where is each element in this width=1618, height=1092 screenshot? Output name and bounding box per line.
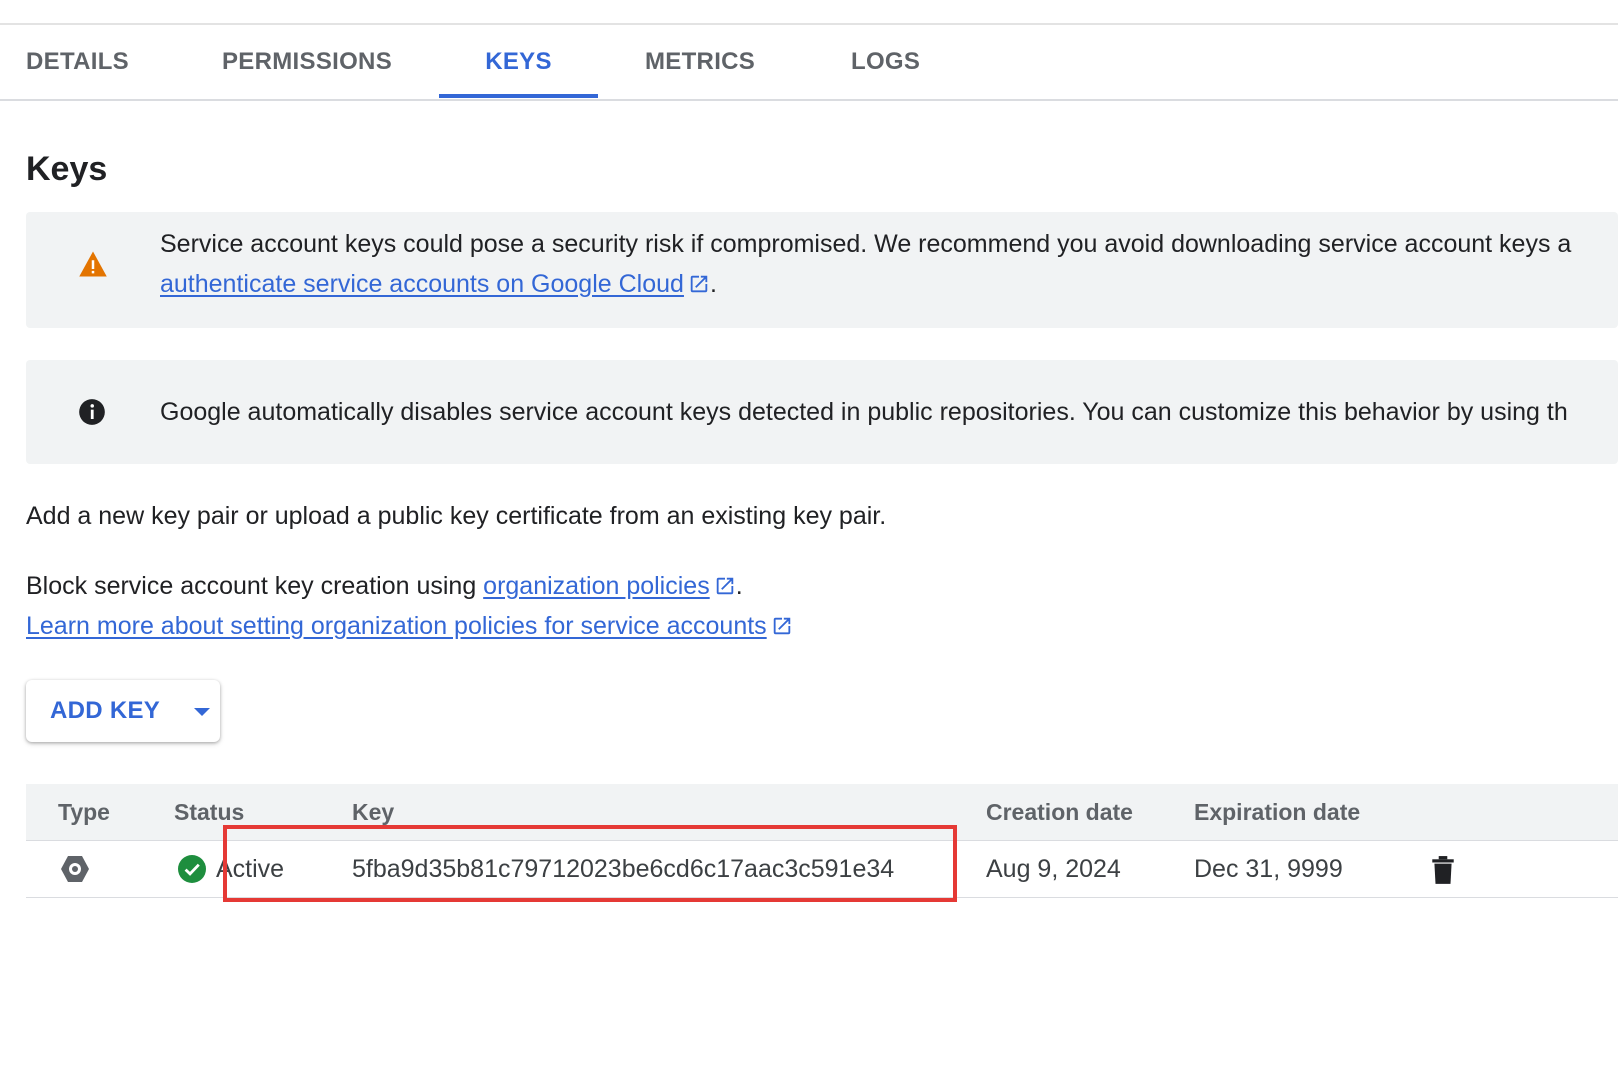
creation-date: Aug 9, 2024 bbox=[986, 855, 1121, 883]
tab-bar: DETAILS PERMISSIONS KEYS METRICS LOGS bbox=[0, 25, 1618, 101]
info-icon bbox=[78, 398, 106, 431]
policy-line: Block service account key creation using… bbox=[26, 566, 743, 606]
active-tab-indicator bbox=[439, 94, 598, 98]
policy-prefix: Block service account key creation using bbox=[26, 572, 484, 600]
warning-text: Service account keys could pose a securi… bbox=[160, 230, 1572, 258]
external-link-icon bbox=[690, 275, 708, 293]
authenticate-service-accounts-link[interactable]: authenticate service accounts on Google … bbox=[160, 270, 684, 298]
tab-logs[interactable]: LOGS bbox=[851, 25, 920, 97]
organization-policies-link[interactable]: organization policies bbox=[483, 572, 710, 600]
learn-more-link[interactable]: Learn more about setting organization po… bbox=[26, 612, 767, 640]
intro-text: Add a new key pair or upload a public ke… bbox=[26, 502, 887, 530]
status-text: Active bbox=[216, 855, 285, 883]
learn-more-line: Learn more about setting organization po… bbox=[26, 606, 793, 646]
column-header-expiration-date[interactable]: Expiration date bbox=[1194, 784, 1360, 840]
add-key-label: ADD KEY bbox=[50, 697, 161, 724]
page-title: Keys bbox=[26, 150, 108, 188]
table-row: Active 5fba9d35b81c79712023be6cd6c17aac3… bbox=[26, 841, 1618, 898]
warning-period: . bbox=[709, 270, 717, 298]
service-account-key-icon bbox=[60, 855, 90, 888]
key-id: 5fba9d35b81c79712023be6cd6c17aac3c591e34 bbox=[352, 855, 895, 883]
info-banner: Google automatically disables service ac… bbox=[26, 360, 1618, 464]
tab-permissions[interactable]: PERMISSIONS bbox=[222, 25, 392, 97]
warning-icon bbox=[78, 250, 108, 283]
chevron-down-icon bbox=[194, 708, 210, 716]
tab-keys[interactable]: KEYS bbox=[439, 25, 598, 97]
check-circle-icon bbox=[178, 855, 206, 888]
column-header-type[interactable]: Type bbox=[58, 784, 110, 840]
warning-link-line: authenticate service accounts on Google … bbox=[160, 264, 717, 304]
column-header-key[interactable]: Key bbox=[352, 784, 394, 840]
policy-suffix: . bbox=[735, 572, 743, 600]
tab-details[interactable]: DETAILS bbox=[26, 25, 129, 97]
info-text: Google automatically disables service ac… bbox=[160, 398, 1568, 426]
external-link-icon bbox=[716, 577, 733, 595]
column-header-status[interactable]: Status bbox=[174, 784, 244, 840]
security-warning-banner: Service account keys could pose a securi… bbox=[26, 212, 1618, 328]
tab-metrics[interactable]: METRICS bbox=[645, 25, 755, 97]
expiration-date: Dec 31, 9999 bbox=[1194, 855, 1343, 883]
add-key-button[interactable]: ADD KEY bbox=[26, 680, 220, 742]
keys-table-header: Type Status Key Creation date Expiration… bbox=[26, 784, 1618, 841]
external-link-icon bbox=[773, 617, 790, 635]
column-header-creation-date[interactable]: Creation date bbox=[986, 784, 1133, 840]
delete-icon[interactable] bbox=[1430, 855, 1456, 890]
